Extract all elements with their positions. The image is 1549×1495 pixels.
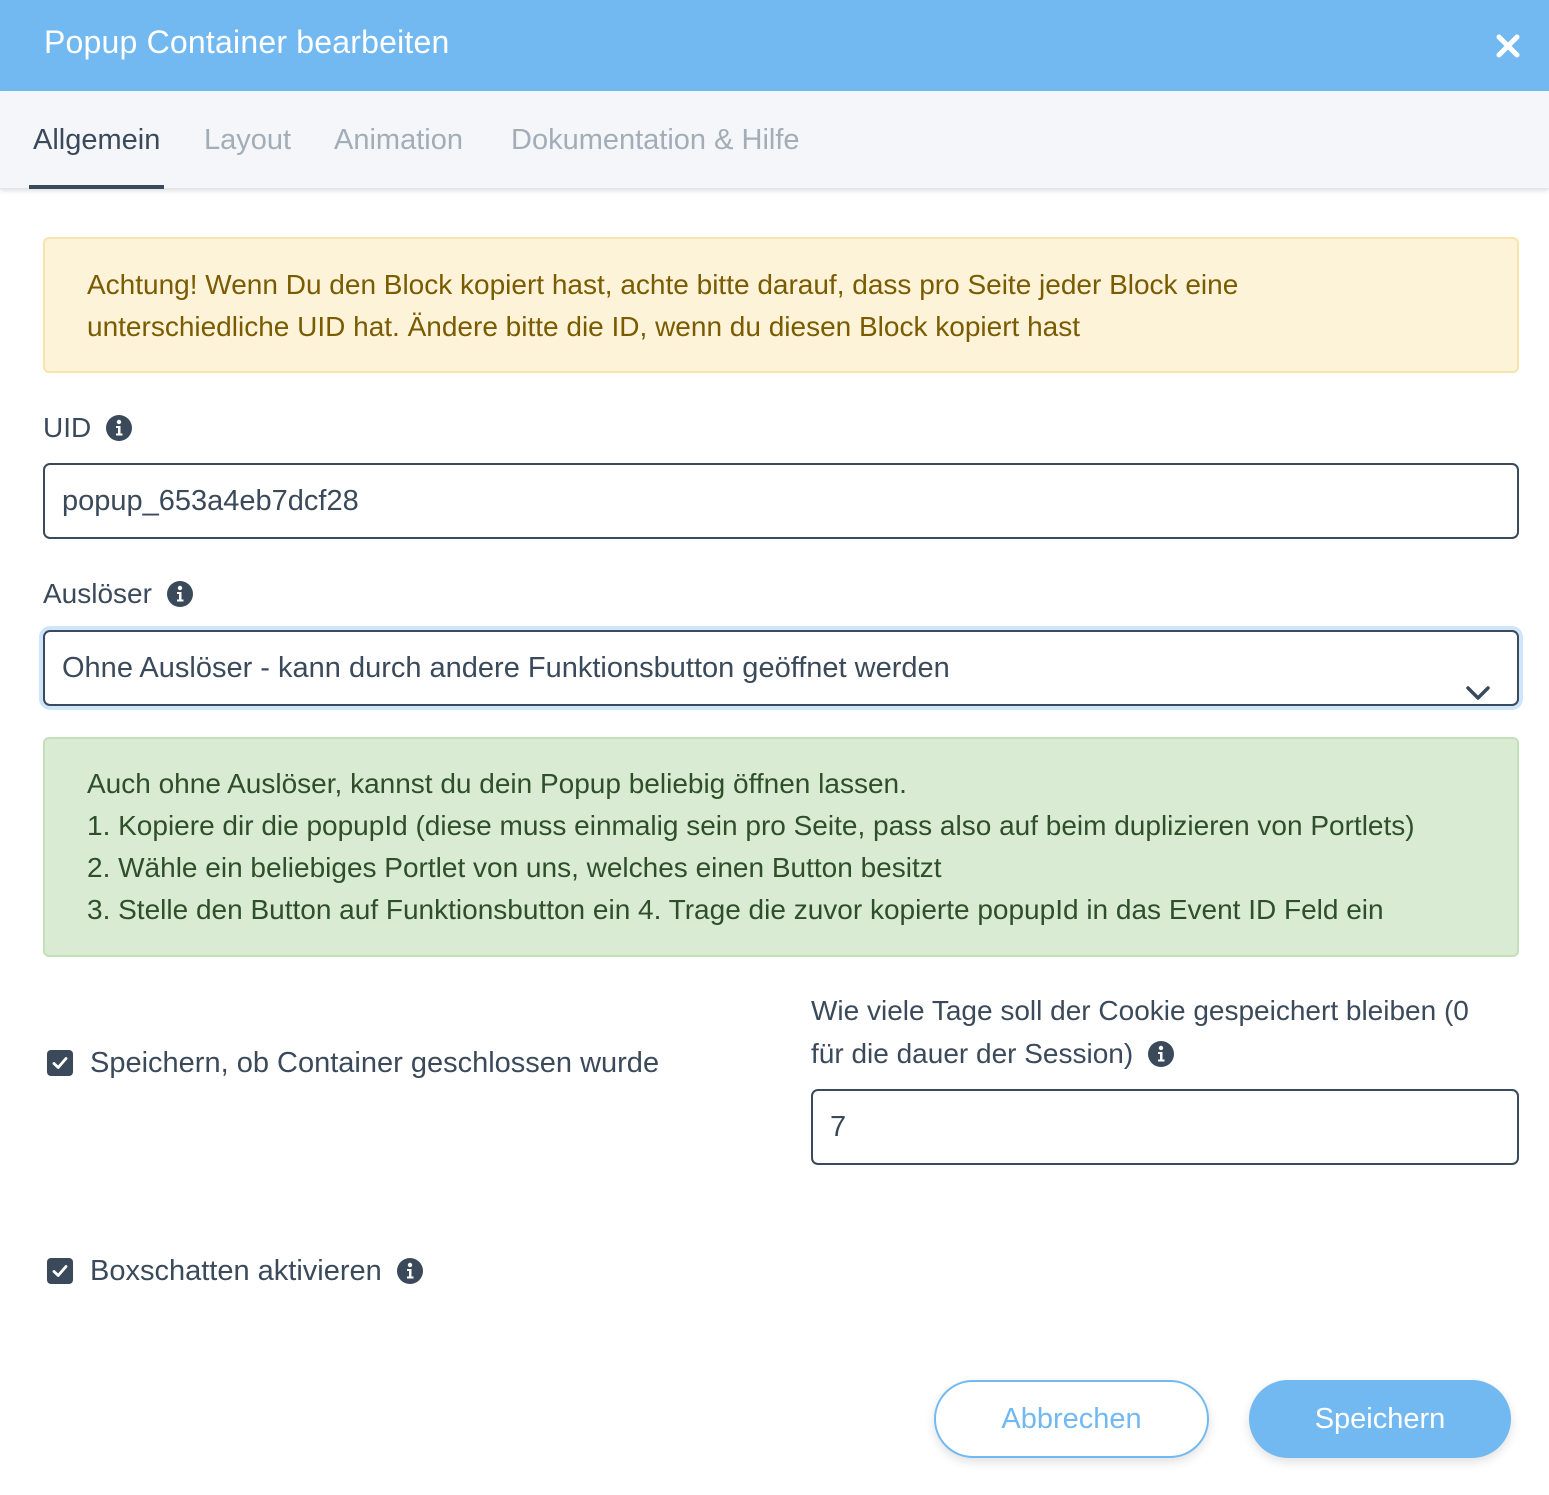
tab-documentation-help[interactable]: Dokumentation & Hilfe [511,91,800,189]
checkbox-checked-icon[interactable] [47,1258,73,1284]
warning-line: unterschiedliche UID hat. Ändere bitte d… [87,311,1081,342]
warning-line: Achtung! Wenn Du den Block kopiert hast,… [87,269,1239,300]
close-icon[interactable] [1490,28,1526,64]
info-alert: Auch ohne Auslöser, kannst du dein Popup… [43,737,1519,957]
trigger-label-text: Auslöser [43,578,152,609]
cookie-days-label: für die dauer der Session) [811,1033,1175,1075]
save-button[interactable]: Speichern [1249,1380,1511,1458]
tab-bar: Allgemein Layout Animation Dokumentation… [0,91,1549,189]
cookie-days-label-line1: Wie viele Tage soll der Cookie gespeiche… [811,995,1469,1026]
save-closed-label: Speichern, ob Container geschlossen wurd… [90,1046,660,1079]
info-icon[interactable] [105,414,133,442]
warning-alert: Achtung! Wenn Du den Block kopiert hast,… [43,237,1519,373]
info-icon[interactable] [1147,1040,1175,1068]
chevron-down-icon [1465,658,1491,700]
box-shadow-checkbox[interactable]: Boxschatten aktivieren [47,1250,424,1292]
info-line: Auch ohne Auslöser, kannst du dein Popup… [87,768,907,799]
cancel-button[interactable]: Abbrechen [934,1380,1209,1458]
save-closed-checkbox[interactable]: Speichern, ob Container geschlossen wurd… [47,1042,659,1084]
info-line: 2. Wähle ein beliebiges Portlet von uns,… [87,852,942,883]
dialog-header: Popup Container bearbeiten [0,0,1549,91]
tab-animation[interactable]: Animation [334,91,463,189]
trigger-select[interactable]: Ohne Auslöser - kann durch andere Funkti… [43,630,1519,706]
info-line: 3. Stelle den Button auf Funktionsbutton… [87,894,1384,925]
info-icon[interactable] [166,580,194,608]
cookie-days-input[interactable]: 7 [811,1089,1519,1165]
dialog-title: Popup Container bearbeiten [44,24,450,60]
uid-input[interactable]: popup_653a4eb7dcf28 [43,463,1519,539]
tab-layout[interactable]: Layout [204,91,291,189]
tab-allgemein[interactable]: Allgemein [28,91,165,189]
box-shadow-label: Boxschatten aktivieren [90,1254,382,1287]
checkbox-checked-icon[interactable] [47,1050,73,1076]
trigger-label: Auslöser [43,574,194,614]
info-line: 1. Kopiere dir die popupId (diese muss e… [87,810,1415,841]
cookie-days-label-line2: für die dauer der Session) [811,1038,1134,1069]
trigger-selected-value: Ohne Auslöser - kann durch andere Funkti… [62,652,950,684]
uid-label-text: UID [43,412,92,443]
uid-label: UID [43,408,133,448]
info-icon[interactable] [396,1257,424,1285]
